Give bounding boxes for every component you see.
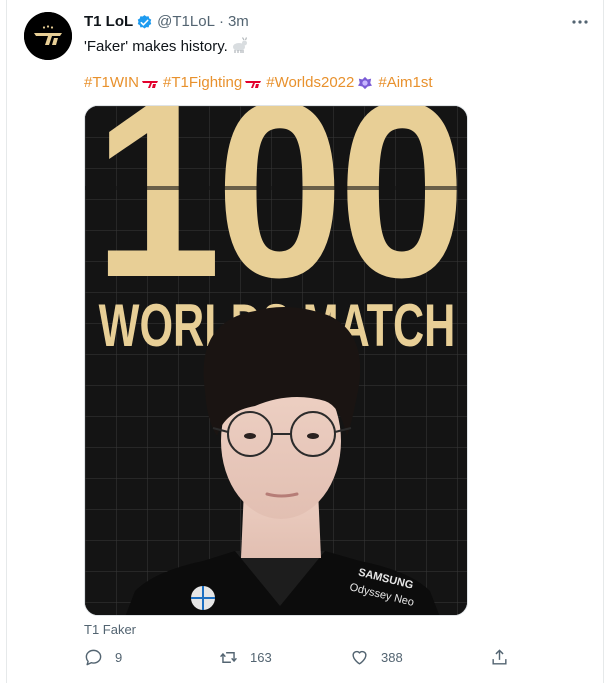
worlds-emoji-icon <box>358 76 373 90</box>
t1-emoji-icon <box>142 81 159 88</box>
hashtags: #T1WIN #T1Fighting #Worlds2022 #Aim1st <box>84 73 433 93</box>
goat-emoji-icon <box>232 37 247 53</box>
tweet-body: 'Faker' makes history. <box>84 38 228 55</box>
share-button[interactable] <box>490 648 521 667</box>
retweet-icon <box>220 652 237 663</box>
faker-100-worlds-graphic: 100 WORLDS MATCH SAMSUNG Odyssey Neo <box>85 106 467 615</box>
reply-button[interactable]: 9 <box>84 648 122 667</box>
like-count: 388 <box>381 650 403 665</box>
tweet-image[interactable]: 100 WORLDS MATCH SAMSUNG Odyssey Neo <box>84 105 468 616</box>
hashtag-aim1st[interactable]: #Aim1st <box>378 73 432 93</box>
action-bar: 9 163 388 <box>84 648 524 672</box>
retweet-count: 163 <box>250 650 272 665</box>
hashtag-t1fighting[interactable]: #T1Fighting <box>163 73 242 93</box>
share-icon <box>492 649 507 665</box>
more-icon[interactable] <box>570 12 590 32</box>
hashtag-worlds2022[interactable]: #Worlds2022 <box>266 73 354 93</box>
retweet-button[interactable]: 163 <box>219 648 272 667</box>
author-name[interactable]: T1 LoL <box>84 13 133 31</box>
t1-logo-icon <box>24 12 72 60</box>
avatar[interactable] <box>24 12 72 60</box>
hashtag-t1win[interactable]: #T1WIN <box>84 73 139 93</box>
separator-dot: · <box>218 13 224 30</box>
reply-count: 9 <box>115 650 123 665</box>
tweet-timestamp[interactable]: 3m <box>228 13 249 31</box>
like-icon <box>352 650 367 665</box>
verified-badge-icon <box>137 14 152 29</box>
image-caption: T1 Faker <box>84 622 137 637</box>
like-button[interactable]: 388 <box>350 648 403 667</box>
reply-icon <box>85 649 102 666</box>
tweet-header: T1 LoL @T1LoL · 3m <box>84 13 249 31</box>
tweet-text: 'Faker' makes history. <box>84 37 248 57</box>
t1-emoji-icon <box>245 81 262 88</box>
author-handle[interactable]: @T1LoL <box>157 13 215 31</box>
